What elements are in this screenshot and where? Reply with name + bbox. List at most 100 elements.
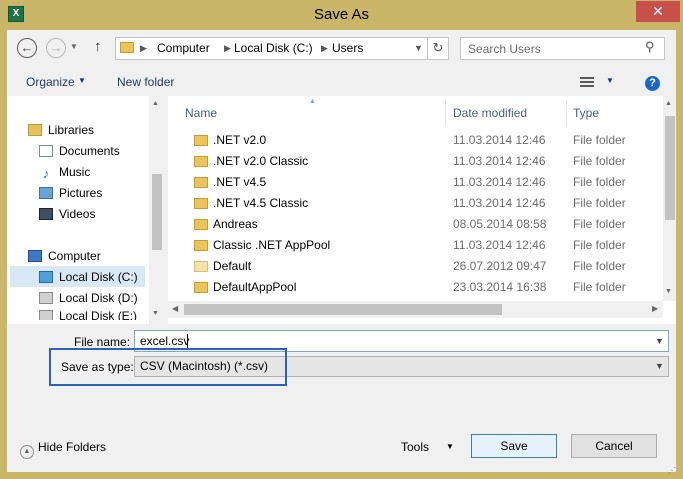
file-date: 11.03.2014 12:46 bbox=[453, 133, 546, 147]
file-date: 23.03.2014 16:38 bbox=[453, 280, 547, 294]
sidebar-item-label: Libraries bbox=[48, 123, 95, 137]
sidebar-item-local-disk-e[interactable]: Local Disk (E:) bbox=[39, 308, 137, 320]
breadcrumb-separator-icon[interactable]: ▶ bbox=[321, 38, 328, 59]
chevron-up-icon: ▲ bbox=[20, 445, 34, 459]
resize-grip-icon[interactable]: ⋰ bbox=[668, 466, 676, 475]
file-name: Classic .NET AppPool bbox=[213, 238, 331, 252]
folder-icon bbox=[194, 219, 208, 230]
column-header-name[interactable]: Name bbox=[185, 106, 217, 120]
chevron-down-icon[interactable]: ▼ bbox=[655, 358, 664, 375]
table-row[interactable]: .NET v4.5 11.03.2014 12:46 File folder bbox=[168, 172, 663, 193]
search-box[interactable]: ⚲ bbox=[460, 37, 665, 60]
file-date: 11.03.2014 12:46 bbox=[453, 196, 546, 210]
sidebar-item-local-disk-d[interactable]: Local Disk (D:) bbox=[39, 288, 138, 308]
sidebar-item-music[interactable]: ♪ Music bbox=[39, 162, 91, 182]
scrollbar-thumb[interactable] bbox=[152, 174, 162, 250]
sort-ascending-icon: ▲ bbox=[309, 98, 316, 105]
breadcrumb-separator-icon[interactable]: ▶ bbox=[140, 38, 147, 59]
folder-icon bbox=[194, 156, 208, 167]
annotation-highlight-box bbox=[49, 348, 287, 386]
organize-button[interactable]: Organize bbox=[26, 75, 75, 89]
column-divider[interactable] bbox=[445, 100, 446, 126]
table-row[interactable]: .NET v2.0 Classic 11.03.2014 12:46 File fo… bbox=[168, 151, 663, 172]
search-input[interactable] bbox=[468, 40, 638, 57]
folder-icon bbox=[120, 42, 134, 53]
refresh-button[interactable]: ↻ bbox=[427, 37, 449, 60]
file-date: 08.05.2014 08:58 bbox=[453, 217, 547, 231]
file-name: DefaultAppPool bbox=[213, 280, 297, 294]
sidebar-item-videos[interactable]: Videos bbox=[39, 204, 95, 224]
hide-folders-button[interactable]: ▲ Hide Folders bbox=[20, 440, 106, 459]
chevron-down-icon[interactable]: ▼ bbox=[446, 442, 454, 451]
chevron-down-icon[interactable]: ▼ bbox=[606, 76, 614, 85]
documents-icon bbox=[39, 145, 53, 157]
file-list-horizontal-scrollbar[interactable]: ◀ ▶ bbox=[168, 301, 663, 318]
navigation-pane: Libraries Documents ♪ Music Pictures Vide… bbox=[7, 96, 149, 324]
file-list-vertical-scrollbar[interactable]: ▲ ▼ bbox=[663, 96, 676, 301]
scrollbar-thumb[interactable] bbox=[665, 116, 675, 220]
sidebar-item-label: Pictures bbox=[59, 186, 103, 200]
file-list: ▲ Name Date modified Type .NET v2.0 11.03… bbox=[168, 96, 676, 324]
recent-locations-chevron-icon[interactable]: ▼ bbox=[70, 40, 80, 54]
file-type: File folder bbox=[573, 154, 626, 168]
chevron-down-icon[interactable]: ▼ bbox=[665, 288, 672, 295]
change-view-icon[interactable] bbox=[580, 75, 594, 89]
folder-icon bbox=[194, 177, 208, 188]
forward-button[interactable]: → bbox=[46, 38, 66, 58]
table-row[interactable]: .NET v4.5 Classic 11.03.2014 12:46 File fo… bbox=[168, 193, 663, 214]
address-bar[interactable]: ▶ Computer ▶ Local Disk (C:) ▶ Users ▼ bbox=[115, 37, 448, 60]
breadcrumb-users[interactable]: Users bbox=[332, 38, 363, 59]
sidebar-item-pictures[interactable]: Pictures bbox=[39, 183, 102, 203]
folder-icon bbox=[194, 282, 208, 293]
file-name-value[interactable]: excel.csv bbox=[140, 334, 189, 348]
chevron-up-icon[interactable]: ▲ bbox=[665, 100, 672, 107]
chevron-down-icon[interactable]: ▼ bbox=[78, 76, 86, 85]
sidebar-scrollbar[interactable]: ▲ ▼ bbox=[150, 96, 163, 324]
sidebar-item-computer[interactable]: Computer bbox=[28, 246, 101, 266]
back-button[interactable]: ← bbox=[17, 38, 37, 58]
new-folder-button[interactable]: New folder bbox=[117, 75, 174, 89]
file-date: 26.07.2012 09:47 bbox=[453, 259, 547, 273]
drive-icon bbox=[39, 310, 53, 320]
title-bar: X Save As ✕ bbox=[0, 0, 683, 30]
hide-folders-label: Hide Folders bbox=[38, 440, 107, 454]
column-divider[interactable] bbox=[566, 100, 567, 126]
folder-icon bbox=[194, 240, 208, 251]
chevron-down-icon[interactable]: ▼ bbox=[655, 333, 664, 350]
table-row[interactable]: Classic .NET AppPool 11.03.2014 12:46 File… bbox=[168, 235, 663, 256]
chevron-left-icon[interactable]: ◀ bbox=[172, 304, 178, 313]
save-button[interactable]: Save bbox=[471, 434, 557, 458]
cancel-button[interactable]: Cancel bbox=[571, 434, 657, 458]
search-icon[interactable]: ⚲ bbox=[645, 39, 655, 55]
breadcrumb-separator-icon[interactable]: ▶ bbox=[224, 38, 231, 59]
up-button[interactable]: ↑ bbox=[94, 37, 108, 57]
chevron-down-icon[interactable]: ▼ bbox=[414, 38, 423, 59]
sidebar-item-label: Local Disk (E:) bbox=[59, 309, 138, 320]
file-type: File folder bbox=[573, 196, 626, 210]
file-name: .NET v4.5 bbox=[213, 175, 267, 189]
pictures-icon bbox=[39, 187, 53, 199]
table-row[interactable]: Andreas 08.05.2014 08:58 File folder bbox=[168, 214, 663, 235]
table-row[interactable]: DefaultAppPool 23.03.2014 16:38 File folde… bbox=[168, 277, 663, 298]
help-button[interactable]: ? bbox=[645, 76, 660, 91]
sidebar-item-local-disk-c[interactable]: Local Disk (C:) bbox=[39, 267, 138, 287]
breadcrumb-computer[interactable]: Computer bbox=[157, 38, 210, 59]
file-type: File folder bbox=[573, 217, 626, 231]
sidebar-item-documents[interactable]: Documents bbox=[39, 141, 120, 161]
breadcrumb-local-disk[interactable]: Local Disk (C:) bbox=[234, 38, 313, 59]
chevron-right-icon[interactable]: ▶ bbox=[652, 304, 658, 313]
column-header-date[interactable]: Date modified bbox=[453, 106, 527, 120]
column-header-type[interactable]: Type bbox=[573, 106, 599, 120]
tools-button[interactable]: Tools bbox=[401, 440, 429, 454]
sidebar-item-libraries[interactable]: Libraries bbox=[28, 120, 94, 140]
table-row[interactable]: .NET v2.0 11.03.2014 12:46 File folder bbox=[168, 130, 663, 151]
videos-icon bbox=[39, 208, 53, 220]
chevron-down-icon[interactable]: ▼ bbox=[152, 310, 159, 317]
close-button[interactable]: ✕ bbox=[636, 1, 680, 22]
scrollbar-thumb[interactable] bbox=[184, 304, 502, 315]
music-icon: ♪ bbox=[42, 166, 50, 181]
dialog-body: ← → ▼ ↑ ▶ Computer ▶ Local Disk (C:) ▶ U… bbox=[7, 30, 676, 475]
table-row[interactable]: Default 26.07.2012 09:47 File folder bbox=[168, 256, 663, 277]
file-name: .NET v4.5 Classic bbox=[213, 196, 309, 210]
chevron-up-icon[interactable]: ▲ bbox=[152, 100, 159, 107]
